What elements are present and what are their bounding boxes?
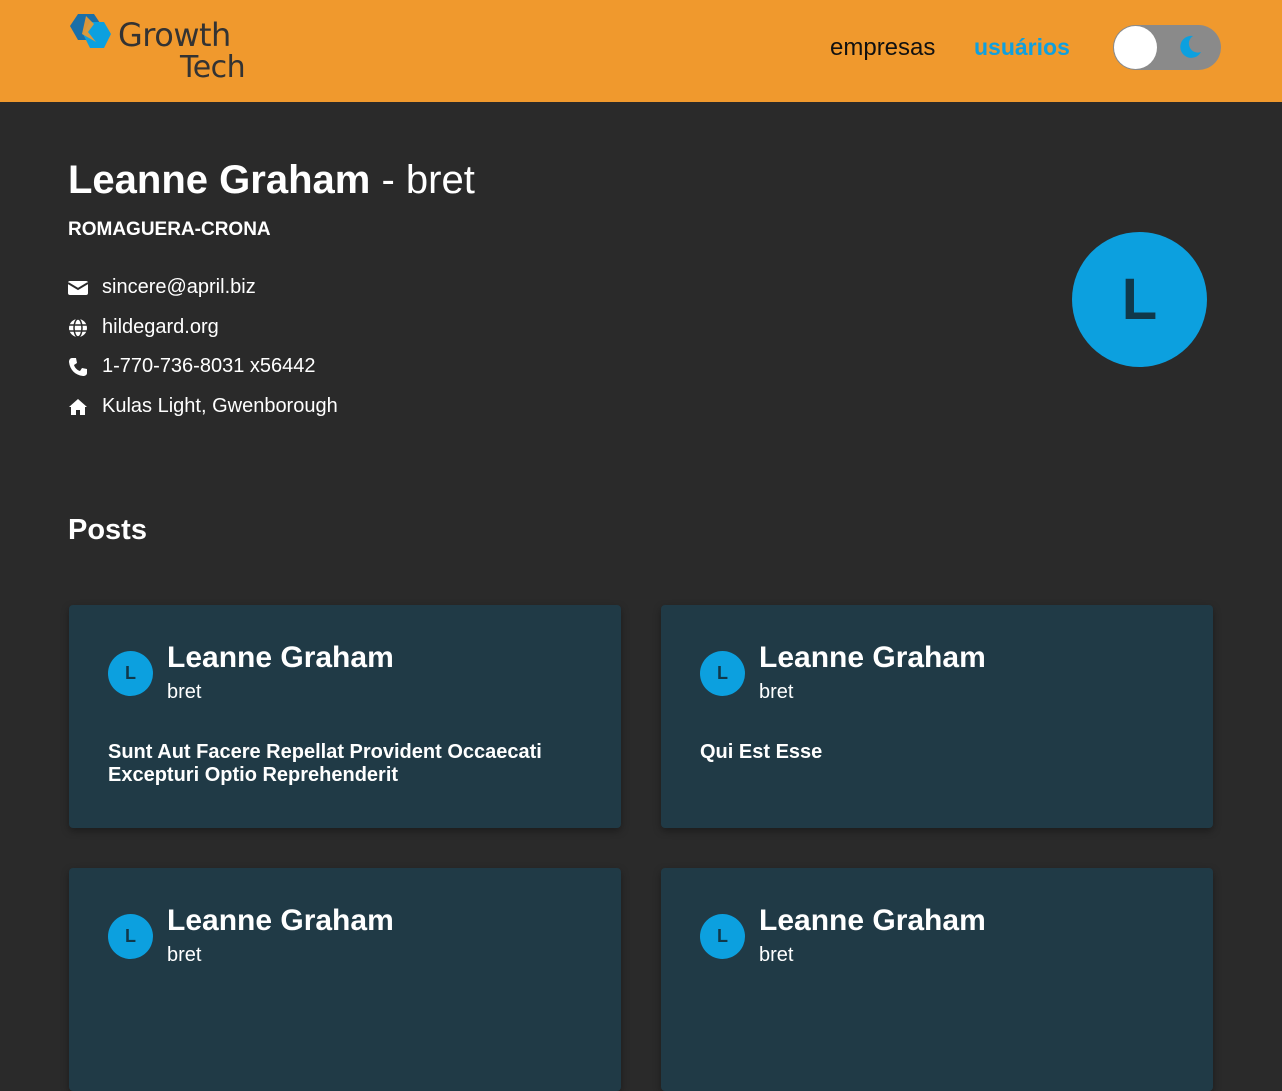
post-avatar: L	[108, 651, 153, 696]
posts-heading: Posts	[68, 514, 147, 546]
logo-text-growth: Growth	[118, 16, 231, 54]
logo-text-tech: Tech	[180, 50, 246, 85]
post-author-name: Leanne Graham	[759, 904, 986, 937]
post-avatar: L	[700, 651, 745, 696]
toggle-knob	[1114, 26, 1157, 69]
post-author-username: bret	[759, 944, 794, 966]
profile-username: bret	[405, 158, 475, 202]
address-text: Kulas Light, Gwenborough	[102, 395, 338, 417]
home-icon	[69, 399, 87, 415]
theme-toggle[interactable]	[1113, 25, 1221, 70]
post-avatar: L	[700, 914, 745, 959]
growth-tech-logo[interactable]: Growth Tech	[68, 12, 258, 85]
top-header: Growth Tech empresas usuários	[0, 0, 1282, 102]
profile-heading: Leanne Graham - bret	[68, 158, 475, 203]
logo-mark-icon	[70, 14, 111, 48]
phone-icon	[69, 358, 87, 376]
post-card[interactable]: L Leanne Graham bret Qui Est Esse	[661, 605, 1213, 828]
email-text[interactable]: sincere@april.biz	[102, 276, 256, 299]
nav-empresas-link[interactable]: empresas	[830, 34, 935, 62]
phone-text: 1-770-736-8031 x56442	[102, 355, 316, 377]
post-author-name: Leanne Graham	[167, 904, 394, 937]
moon-icon	[1180, 35, 1201, 58]
profile-name: Leanne Graham	[68, 158, 371, 202]
post-avatar: L	[108, 914, 153, 959]
profile-avatar: L	[1072, 232, 1207, 367]
post-title: Sunt Aut Facere Repellat Provident Occae…	[108, 741, 542, 786]
post-author-username: bret	[167, 944, 202, 966]
post-card[interactable]: L Leanne Graham bret	[661, 868, 1213, 1091]
post-title: Qui Est Esse	[700, 741, 823, 763]
profile-company: ROMAGUERA-CRONA	[68, 219, 271, 240]
name-separator: -	[381, 158, 395, 202]
post-card[interactable]: L Leanne Graham bret	[69, 868, 621, 1091]
nav-usuarios-link[interactable]: usuários	[974, 34, 1070, 61]
globe-icon	[69, 318, 87, 338]
post-author-name: Leanne Graham	[167, 641, 394, 674]
post-author-name: Leanne Graham	[759, 641, 986, 674]
post-author-username: bret	[759, 681, 794, 703]
post-card[interactable]: L Leanne Graham bret Sunt Aut Facere Rep…	[69, 605, 621, 828]
envelope-icon	[68, 281, 88, 295]
post-author-username: bret	[167, 681, 202, 703]
website-text[interactable]: hildegard.org	[102, 316, 219, 339]
